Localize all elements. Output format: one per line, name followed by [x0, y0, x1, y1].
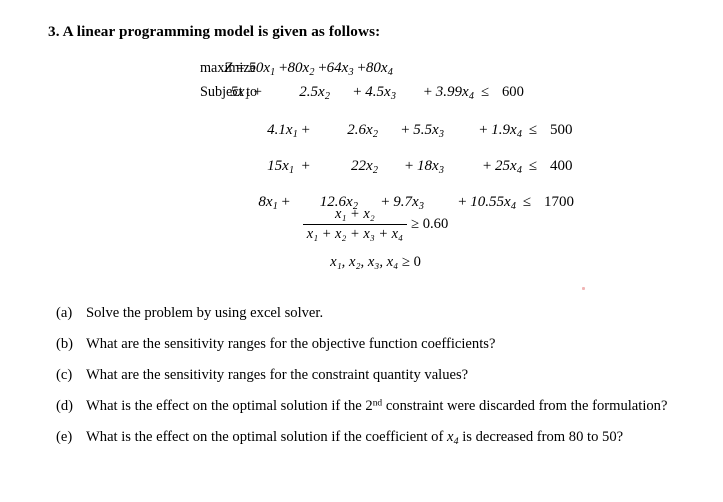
question-text-c: What are the sensitivity ranges for the … — [86, 367, 469, 384]
constraint-3-term-x3: + 18x3 — [404, 158, 444, 176]
ratio-relation-value: ≥ 0.60 — [411, 216, 449, 233]
question-item-b: (b) What are the sensitivity ranges for … — [56, 334, 670, 356]
constraint-2-relation: ≤ — [528, 122, 538, 138]
constraint-3-rhs: 400 — [550, 158, 573, 174]
question-text-d: What is the effect on the optimal soluti… — [86, 398, 668, 415]
objective-operator-4: + — [357, 60, 366, 76]
constraint-1-relation: ≤ — [480, 84, 489, 100]
question-text-b: What are the sensitivity ranges for the … — [86, 336, 496, 353]
constraint-1-term-x4: + 3.99x4 — [423, 84, 474, 102]
objective-term-3: 64x3 — [326, 60, 354, 78]
fraction-denominator: x₁ + x₂ + x₃ + x₄ — [306, 226, 404, 243]
scan-artifact-speck — [582, 287, 585, 290]
subject-to-label: Subject to — [200, 84, 258, 100]
objective-operator-3: + — [318, 60, 327, 76]
fraction-numerator: x₁ + x₂ — [335, 206, 375, 222]
constraint-3-relation: ≤ — [528, 158, 538, 174]
constraint-3-term-x2: 22x2 — [351, 158, 378, 176]
variable-x4: x4 — [446, 429, 459, 447]
question-marker-c: (c) — [56, 367, 73, 384]
constraint-1-term-x1: 5x1 + — [230, 84, 262, 102]
objective-equals: = — [236, 60, 245, 76]
objective-label: maximize — [200, 60, 256, 76]
subject-to-row: Subject to 5x1 + 2.5x2 + 4.5x3 + 3.99x4 … — [0, 84, 723, 110]
question-item-d: (d) What is the effect on the optimal so… — [56, 396, 670, 418]
page-title: 3. A linear programming model is given a… — [48, 23, 381, 40]
question-marker-b: (b) — [56, 336, 74, 353]
objective-lhs: Z — [224, 60, 233, 76]
constraint-3-term-x1: 15x1 + — [267, 158, 310, 176]
question-marker-a: (a) — [56, 305, 73, 321]
objective-term-2: 80x2 — [287, 60, 315, 78]
objective-expression: Z = 50x1 +80x2 +64x3 +80x4 — [200, 60, 393, 78]
constraint-row-3: 15x1 + 22x2 + 18x3 + 25x4 ≤ 400 — [0, 158, 723, 188]
nonnegativity-expression: x₁, x₂, x₃, x₄ ≥ 0 — [330, 254, 421, 270]
question-item-a: (a) Solve the problem by using excel sol… — [56, 303, 670, 325]
lp-model-block: maximize Z = 50x1 +80x2 +64x3 +80x4 Subj… — [0, 60, 723, 224]
constraint-2-term-x3: + 5.5x3 — [401, 122, 444, 140]
constraint-2-term-x2: 2.6x2 — [347, 122, 378, 140]
question-text-e: What is the effect on the optimal soluti… — [86, 429, 624, 447]
question-list: (a) Solve the problem by using excel sol… — [56, 303, 670, 459]
constraint-1-term-x3: + 4.5x3 — [353, 84, 396, 102]
ratio-constraint: x₁ + x₂ x₁ + x₂ + x₃ + x₄ ≥ 0.60 — [0, 206, 723, 243]
constraint-2-term-x4: + 1.9x4 — [479, 122, 522, 140]
nonnegativity-constraint: x₁, x₂, x₃, x₄ ≥ 0 — [0, 254, 723, 271]
question-item-c: (c) What are the sensitivity ranges for … — [56, 365, 670, 387]
constraint-row-2: 4.1x1 + 2.6x2 + 5.5x3 + 1.9x4 ≤ 500 — [0, 122, 723, 152]
objective-row: maximize Z = 50x1 +80x2 +64x3 +80x4 — [0, 60, 723, 84]
question-item-e: (e) What is the effect on the optimal so… — [56, 427, 670, 449]
constraint-2-term-x1: 4.1x1 + — [267, 122, 310, 140]
document-page: 3. A linear programming model is given a… — [0, 0, 723, 502]
question-text-a: Solve the problem by using excel solver. — [86, 305, 324, 321]
objective-term-1: 50x1 — [248, 60, 276, 78]
objective-term-4: 80x4 — [365, 60, 393, 78]
constraint-2-rhs: 500 — [550, 122, 573, 138]
constraint-1-term-x2: 2.5x2 — [299, 84, 330, 102]
question-marker-d: (d) — [56, 398, 74, 415]
constraint-1-rhs: 600 — [502, 84, 524, 100]
constraint-3-term-x4: + 25x4 — [482, 158, 522, 176]
question-marker-e: (e) — [56, 429, 73, 446]
ordinal-superscript-d: nd — [372, 399, 383, 410]
fraction: x₁ + x₂ x₁ + x₂ + x₃ + x₄ — [302, 206, 408, 243]
